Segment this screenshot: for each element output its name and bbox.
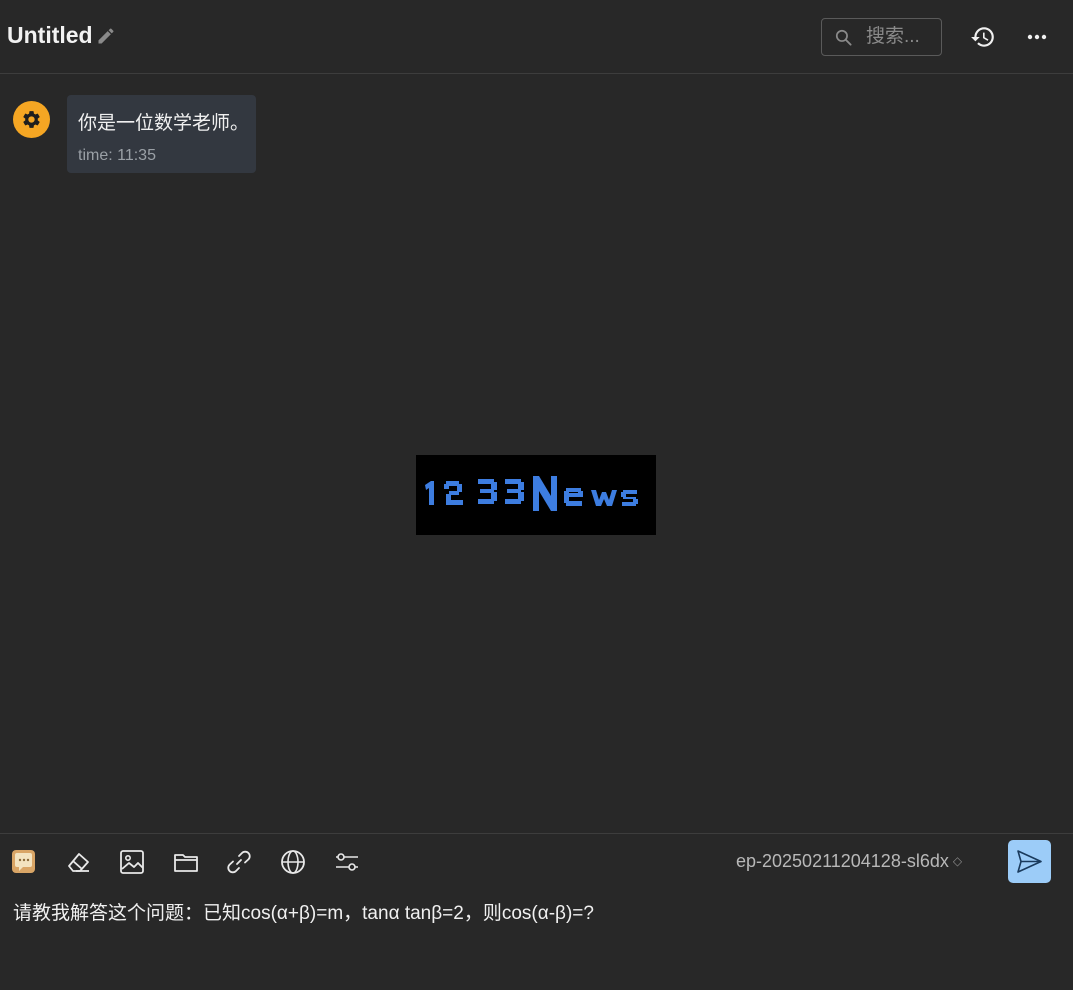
history-icon[interactable] [970, 24, 996, 50]
header: Untitled [0, 0, 1073, 74]
avatar [13, 101, 50, 138]
page-title[interactable]: Untitled [7, 22, 93, 49]
model-name: ep-20250211204128-sl6dx [736, 851, 949, 871]
image-icon[interactable] [118, 848, 146, 876]
send-icon [1017, 850, 1042, 873]
model-selector[interactable]: ep-20250211204128-sl6dx ◇ [736, 851, 962, 872]
eraser-icon[interactable] [64, 848, 92, 876]
watermark-logo [416, 455, 656, 535]
message-bubble: 你是一位数学老师。 time: 11:35 [67, 95, 256, 173]
send-button[interactable] [1008, 840, 1051, 883]
watermark-logo-image [425, 476, 638, 511]
message-input[interactable]: 请教我解答这个问题：已知cos(α+β)=m，tanα tanβ=2，则cos(… [13, 898, 1063, 925]
search-box[interactable] [821, 18, 942, 56]
gear-icon [23, 111, 40, 128]
search-icon [834, 28, 853, 47]
link-icon[interactable] [225, 848, 253, 876]
message-text: 你是一位数学老师。 [78, 113, 250, 134]
input-area: ep-20250211204128-sl6dx ◇ 请教我解答这个问题：已知cos… [0, 833, 1073, 990]
search-input[interactable] [866, 25, 938, 49]
settings-sliders-icon[interactable] [333, 848, 361, 876]
pencil-icon[interactable] [96, 26, 116, 46]
chevron-up-down-icon: ◇ [952, 854, 963, 868]
more-icon[interactable] [1026, 28, 1048, 46]
folder-icon[interactable] [172, 848, 200, 876]
globe-icon[interactable] [279, 848, 307, 876]
chat-icon[interactable] [10, 848, 38, 876]
message-time: time: 11:35 [78, 147, 156, 164]
